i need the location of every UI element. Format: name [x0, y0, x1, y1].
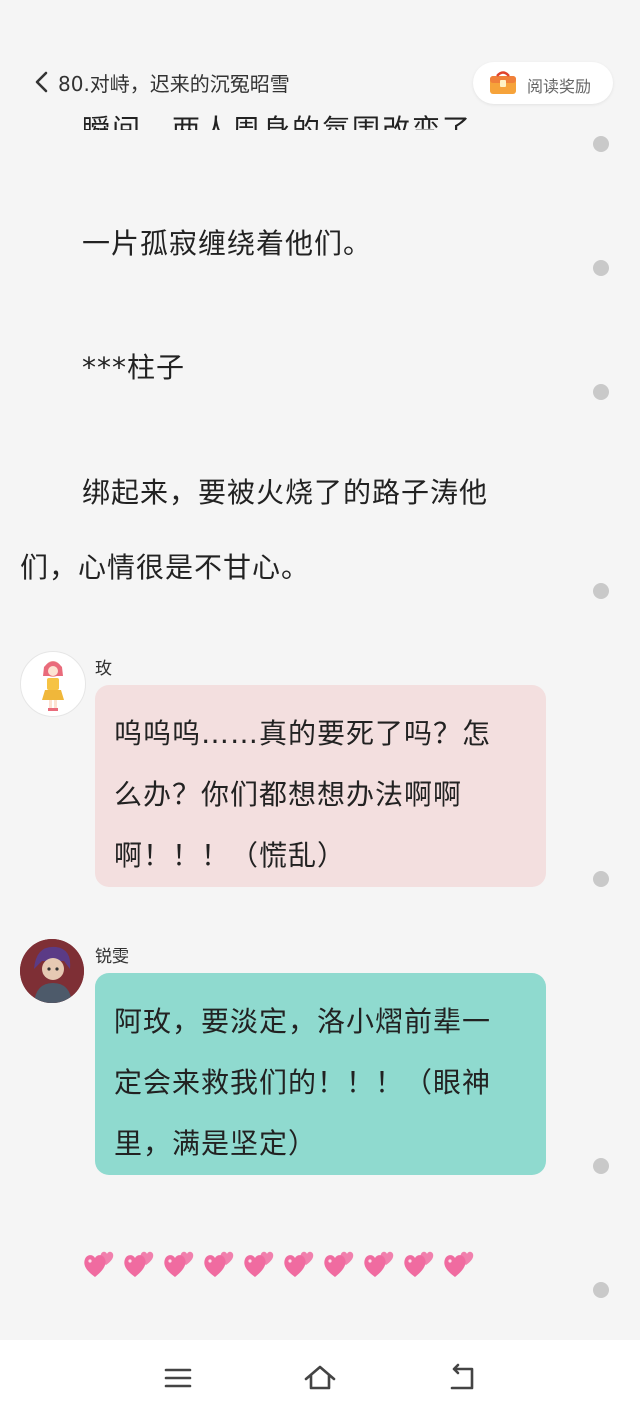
- dialogue-line: 呜呜呜……真的要死了吗？怎: [114, 717, 492, 750]
- character-avatar-ruiwen[interactable]: [20, 939, 84, 1003]
- speaker-name: 锐雯: [95, 947, 129, 967]
- dialogue-bubble: 阿玫，要淡定，洛小熠前辈一 定会来救我们的！！！（眼神 里，满是坚定）: [95, 973, 546, 1175]
- system-nav-bar: [0, 1340, 640, 1415]
- paragraph-comment-dot[interactable]: [593, 583, 609, 599]
- two-hearts-icon: [444, 1251, 474, 1277]
- two-hearts-icon: [284, 1251, 314, 1277]
- reward-label: 阅读奖励: [527, 77, 592, 96]
- paragraph-comment-dot[interactable]: [593, 1282, 609, 1298]
- paragraph-comment-dot[interactable]: [593, 384, 609, 400]
- home-icon[interactable]: [302, 1360, 338, 1396]
- two-hearts-icon: [124, 1251, 154, 1277]
- dialogue-line: 里，满是坚定）: [114, 1127, 318, 1160]
- story-paragraph: ***柱子: [82, 351, 186, 384]
- paragraph-comment-dot[interactable]: [593, 136, 609, 152]
- girl-character-icon: [42, 661, 64, 711]
- dialogue-line: 么办？你们都想想办法啊啊: [114, 778, 463, 811]
- dialogue-line: 啊！！！（慌乱）: [114, 839, 347, 872]
- story-paragraph: 一片孤寂缠绕着他们。: [82, 227, 373, 260]
- emoji-line: [82, 1244, 478, 1280]
- character-avatar-mei[interactable]: [20, 651, 86, 717]
- dialogue-bubble: 呜呜呜……真的要死了吗？怎 么办？你们都想想办法啊啊 啊！！！（慌乱）: [95, 685, 546, 887]
- dialogue-line: 定会来救我们的！！！（眼神: [114, 1066, 492, 1099]
- paragraph-comment-dot[interactable]: [593, 1158, 609, 1174]
- back-chevron-icon[interactable]: [32, 70, 52, 94]
- dialogue-line: 阿玫，要淡定，洛小熠前辈一: [114, 1005, 492, 1038]
- paragraph-comment-dot[interactable]: [593, 871, 609, 887]
- two-hearts-icon: [404, 1251, 434, 1277]
- girl-character-icon: [20, 939, 84, 1003]
- story-paragraph-continued: 们，心情很是不甘心。: [20, 551, 311, 584]
- story-line-clipped: 瞬间，两人周身的氛围改变了。: [82, 113, 503, 130]
- menu-icon[interactable]: [160, 1360, 196, 1396]
- back-icon[interactable]: [444, 1360, 480, 1396]
- speaker-name: 玫: [95, 659, 112, 679]
- two-hearts-icon: [244, 1251, 274, 1277]
- reading-reward-button[interactable]: 阅读奖励: [473, 62, 613, 104]
- treasure-chest-icon: [490, 71, 516, 94]
- chapter-title[interactable]: 80.对峙，迟来的沉冤昭雪: [58, 68, 290, 97]
- two-hearts-icon: [164, 1251, 194, 1277]
- two-hearts-icon: [84, 1251, 114, 1277]
- two-hearts-icon: [324, 1251, 354, 1277]
- paragraph-comment-dot[interactable]: [593, 260, 609, 276]
- two-hearts-icon: [204, 1251, 234, 1277]
- two-hearts-icon: [364, 1251, 394, 1277]
- story-paragraph: 绑起来，要被火烧了的路子涛他: [82, 476, 489, 509]
